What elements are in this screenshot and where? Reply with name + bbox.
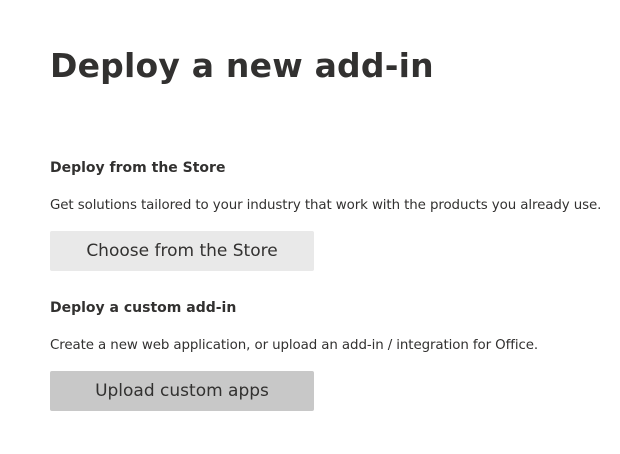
choose-from-store-button[interactable]: Choose from the Store <box>50 231 314 271</box>
page-title: Deploy a new add-in <box>50 46 434 85</box>
custom-section-heading: Deploy a custom add-in <box>50 300 237 316</box>
store-section-description: Get solutions tailored to your industry … <box>50 198 602 213</box>
store-section-heading: Deploy from the Store <box>50 160 226 176</box>
choose-from-store-button-label: Choose from the Store <box>86 241 278 261</box>
upload-custom-apps-button-label: Upload custom apps <box>95 381 269 401</box>
custom-section-description: Create a new web application, or upload … <box>50 338 539 353</box>
upload-custom-apps-button[interactable]: Upload custom apps <box>50 371 314 411</box>
